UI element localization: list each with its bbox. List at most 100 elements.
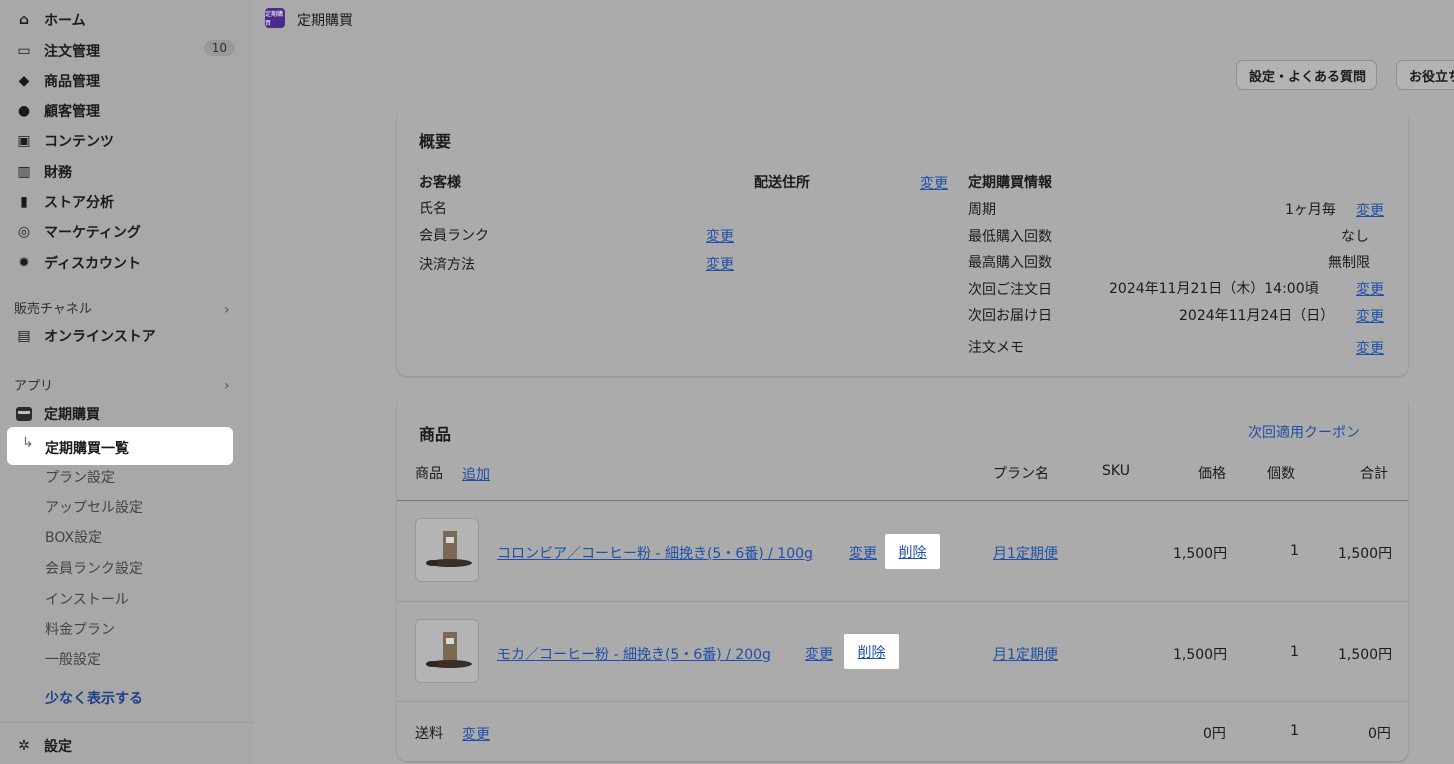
products-card: 商品 次回適用クーポン 商品 追加 プラン名 SKU 価格 個数 合計 コロンビ… — [397, 395, 1408, 761]
sidebar-item-marketing[interactable]: ◎ マーケティング — [0, 218, 253, 246]
overview-title: 概要 — [419, 132, 452, 151]
cycle-change-link[interactable]: 変更 — [1356, 200, 1384, 220]
sidebar-subitem-label: 定期購買一覧 — [45, 441, 129, 457]
sidebar-item-label: 注文管理 — [44, 44, 100, 60]
address-change-link[interactable]: 変更 — [920, 173, 948, 193]
next-coupon-link[interactable]: 次回適用クーポン — [1248, 422, 1360, 442]
show-less-link[interactable]: 少なく表示する — [45, 688, 143, 708]
shipping-change-link[interactable]: 変更 — [462, 724, 490, 744]
sidebar-item-label: 定期購買 — [44, 407, 100, 423]
qty-cell: 1 — [1290, 644, 1299, 660]
column-header-price: 価格 — [1198, 466, 1226, 482]
app-logo-icon — [16, 406, 32, 422]
shipping-price-cell: 0円 — [1203, 726, 1226, 742]
shipping-label: 送料 — [415, 726, 443, 742]
row-divider — [397, 701, 1408, 702]
product-change-link[interactable]: 変更 — [805, 644, 833, 664]
shipping-qty-cell: 1 — [1290, 723, 1299, 739]
next-delivery-date-value: 2024年11月24日（日） — [1179, 308, 1335, 324]
info-label: 周期 — [968, 202, 996, 218]
sidebar-subitem[interactable]: 一般設定 — [45, 649, 101, 669]
sidebar-item-app[interactable]: 定期購買 — [0, 400, 253, 428]
add-product-link[interactable]: 追加 — [462, 464, 490, 484]
sidebar-item-label: ホーム — [44, 13, 86, 29]
payment-change-link[interactable]: 変更 — [706, 254, 734, 274]
sidebar-item-analytics[interactable]: ▮ ストア分析 — [0, 188, 253, 216]
app-header: 定期購買 定期購買 — [253, 0, 1454, 40]
order-memo-change-link[interactable]: 変更 — [1356, 338, 1384, 358]
gear-icon: ✲ — [18, 738, 30, 754]
sidebar-subitem[interactable]: インストール — [45, 589, 129, 609]
sidebar-item-settings[interactable]: ✲ 設定 — [0, 732, 253, 760]
next-order-date-value: 2024年11月21日（木）14:00頃 — [1109, 281, 1319, 297]
sidebar-item-customers[interactable]: ● 顧客管理 — [0, 97, 253, 125]
sidebar-item-label: 財務 — [44, 165, 72, 181]
sidebar-item-label: マーケティング — [44, 225, 141, 241]
product-name-link[interactable]: モカ／コーヒー粉 - 細挽き(5・6番) / 200g — [497, 644, 771, 664]
chevron-right-icon[interactable]: › — [224, 302, 230, 318]
chevron-right-icon[interactable]: › — [224, 378, 230, 394]
rank-change-link[interactable]: 変更 — [706, 226, 734, 246]
sidebar-subitem[interactable]: プラン設定 — [45, 467, 115, 487]
price-cell: 1,500円 — [1173, 647, 1228, 663]
sidebar-item-discounts[interactable]: ✹ ディスカウント — [0, 249, 253, 277]
chart-icon: ▮ — [20, 194, 28, 210]
address-heading: 配送住所 — [754, 175, 810, 191]
sidebar-item-label: オンラインストア — [44, 329, 156, 345]
header-divider — [397, 500, 1408, 501]
inbox-icon: ▭ — [17, 43, 31, 59]
tag-icon: ◆ — [18, 73, 30, 89]
sales-channel-heading: 販売チャネル — [14, 302, 92, 317]
helpful-button[interactable]: お役立ち — [1396, 60, 1454, 90]
next-order-change-link[interactable]: 変更 — [1356, 279, 1384, 299]
total-cell: 1,500円 — [1338, 546, 1393, 562]
sidebar-item-content[interactable]: ▣ コンテンツ — [0, 127, 253, 155]
column-header-total: 合計 — [1360, 466, 1388, 482]
target-icon: ◎ — [17, 224, 31, 240]
subscription-info-heading: 定期購買情報 — [968, 175, 1052, 191]
column-header-plan: プラン名 — [993, 466, 1049, 482]
sidebar-item-finance[interactable]: ▥ 財務 — [0, 158, 253, 186]
apps-heading: アプリ — [14, 379, 54, 394]
sidebar-item-products[interactable]: ◆ 商品管理 — [0, 67, 253, 95]
plan-name-link[interactable]: 月1定期便 — [993, 543, 1058, 563]
info-label: 注文メモ — [968, 340, 1024, 356]
product-image — [415, 518, 479, 582]
home-icon: ⌂ — [18, 12, 30, 28]
sidebar-subitem[interactable]: アップセル設定 — [45, 497, 143, 517]
toolbar: 設定・よくある質問 お役立ち — [253, 40, 1454, 108]
column-header-qty: 個数 — [1267, 466, 1295, 482]
sidebar-item-label: 顧客管理 — [44, 104, 100, 120]
next-delivery-change-link[interactable]: 変更 — [1356, 306, 1384, 326]
sidebar-item-label: 設定 — [44, 739, 72, 755]
qty-cell: 1 — [1290, 543, 1299, 559]
store-icon: ▤ — [17, 328, 31, 344]
min-purchases-value: なし — [1341, 229, 1369, 245]
page-title: 定期購買 — [297, 13, 353, 29]
app-logo: 定期購買 — [265, 8, 285, 28]
sidebar-item-home[interactable]: ⌂ ホーム — [0, 6, 253, 34]
rank-label: 会員ランク — [419, 228, 489, 244]
sidebar-subitem[interactable]: BOX設定 — [45, 527, 102, 547]
sidebar-item-label: ストア分析 — [44, 195, 114, 211]
info-label: 最低購入回数 — [968, 229, 1052, 245]
products-title: 商品 — [419, 425, 452, 444]
product-change-link[interactable]: 変更 — [849, 543, 877, 563]
bank-icon: ▥ — [17, 164, 31, 180]
delete-product-button[interactable]: 削除 — [844, 634, 899, 669]
sidebar-item-online-store[interactable]: ▤ オンラインストア — [0, 322, 253, 350]
product-name-link[interactable]: コロンビア／コーヒー粉 - 細挽き(5・6番) / 100g — [497, 543, 813, 563]
settings-faq-button[interactable]: 設定・よくある質問 — [1236, 60, 1377, 90]
plan-name-link[interactable]: 月1定期便 — [993, 644, 1058, 664]
sidebar-subitem-subscription-list[interactable]: ↳ 定期購買一覧 — [7, 427, 233, 465]
sidebar-subitem[interactable]: 会員ランク設定 — [45, 558, 143, 578]
row-divider — [397, 601, 1408, 602]
person-icon: ● — [17, 103, 31, 119]
delete-product-button[interactable]: 削除 — [885, 534, 940, 569]
column-header-sku: SKU — [1102, 463, 1130, 479]
total-cell: 1,500円 — [1338, 647, 1393, 663]
sidebar-subitem[interactable]: 料金プラン — [45, 619, 115, 639]
branch-arrow-icon: ↳ — [22, 435, 34, 451]
sidebar-item-label: ディスカウント — [44, 256, 142, 272]
sidebar-item-orders[interactable]: ▭ 注文管理 10 — [0, 37, 253, 65]
